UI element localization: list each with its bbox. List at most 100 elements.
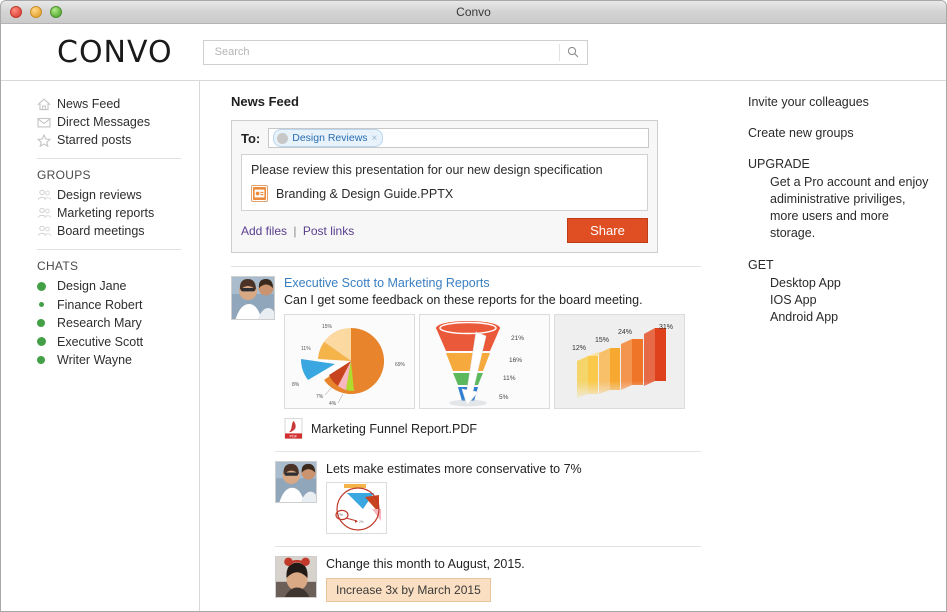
share-button[interactable]: Share <box>567 218 648 243</box>
sidebar-item-label: Board meetings <box>57 224 145 238</box>
sidebar-item-finance-robert[interactable]: Finance Robert <box>1 296 199 315</box>
recipient-chip[interactable]: Design Reviews × <box>273 129 384 147</box>
get-desktop-app-link[interactable]: Desktop App <box>770 275 946 292</box>
status-dot-icon <box>37 302 57 308</box>
sidebar-item-design-jane[interactable]: Design Jane <box>1 277 199 296</box>
sidebar-section-chats: CHATS <box>37 259 79 273</box>
search-input[interactable] <box>212 45 547 59</box>
post-links-link[interactable]: Post links <box>303 224 354 238</box>
svg-text:24%: 24% <box>618 329 632 336</box>
comment-text: Change this month to August, 2015. <box>326 557 525 571</box>
attachment-name: Marketing Funnel Report.PDF <box>311 421 478 436</box>
status-dot-icon <box>37 319 57 328</box>
svg-text:15%: 15% <box>322 324 333 330</box>
right-sidebar: Invite your colleagues Create new groups… <box>736 81 946 611</box>
app-header: CONVO <box>1 24 946 81</box>
message-box[interactable]: Please review this presentation for our … <box>241 154 648 211</box>
search-icon[interactable] <box>567 46 579 58</box>
status-dot-icon <box>37 281 57 291</box>
page-title: News Feed <box>231 94 299 109</box>
post: Executive Scott to Marketing Reports Can… <box>231 266 701 439</box>
sidebar-item-writer-wayne[interactable]: Writer Wayne <box>1 351 199 370</box>
svg-text:69%: 69% <box>395 362 406 368</box>
funnel-chart-thumbnail[interactable]: 21% 16% 11% 5% <box>419 314 550 409</box>
composer-footer: Add files | Post links Share <box>232 211 657 252</box>
svg-text:12%: 12% <box>572 345 586 352</box>
sidebar-item-label: Marketing reports <box>57 206 155 220</box>
svg-text:11%: 11% <box>301 346 311 352</box>
svg-text:2%: 2% <box>359 520 364 524</box>
status-dot-icon <box>37 337 57 347</box>
bar-chart-thumbnail[interactable]: 12% 15% 24% 31% <box>554 314 685 409</box>
svg-text:7%: 7% <box>338 513 343 517</box>
home-icon <box>37 97 57 111</box>
comment-body: Lets make estimates more conservative to… <box>326 461 701 534</box>
sidebar-item-label: Direct Messages <box>57 115 151 129</box>
sidebar-item-label: Starred posts <box>57 133 132 147</box>
post-text: Can I get some feedback on these reports… <box>284 293 643 307</box>
post-author-line[interactable]: Executive Scott to Marketing Reports <box>284 276 701 290</box>
recipient-field[interactable]: Design Reviews × <box>268 128 649 148</box>
sidebar-item-starred-posts[interactable]: Starred posts <box>1 131 199 149</box>
avatar[interactable] <box>275 556 317 598</box>
invite-colleagues-link[interactable]: Invite your colleagues <box>748 95 946 109</box>
composer-to-row: To: Design Reviews × <box>232 121 657 154</box>
sidebar-divider-groups <box>37 158 181 159</box>
sidebar-item-design-reviews[interactable]: Design reviews <box>1 186 199 204</box>
rightbar-spacer <box>748 242 946 258</box>
search-box[interactable] <box>202 39 588 65</box>
pie-chart-annotated-thumbnail[interactable]: 7% 2% <box>326 482 387 534</box>
avatar[interactable] <box>275 461 317 503</box>
message-text: Please review this presentation for our … <box>251 163 603 177</box>
window-title: Convo <box>456 5 491 19</box>
to-label: To: <box>241 130 261 146</box>
chat-label: Design Jane <box>57 279 127 294</box>
sidebar-divider-chats <box>37 249 181 250</box>
globe-icon <box>277 132 289 144</box>
search-divider <box>558 43 560 61</box>
sidebar-item-label: Design reviews <box>57 188 142 202</box>
main-feed: News Feed To: Design Reviews × Please re… <box>200 81 736 611</box>
comment: Change this month to August, 2015. Incre… <box>275 546 701 602</box>
chat-label: Executive Scott <box>57 334 144 349</box>
get-title: GET <box>748 258 774 272</box>
get-ios-app-link[interactable]: IOS App <box>770 292 946 309</box>
sidebar-item-marketing-reports[interactable]: Marketing reports <box>1 204 199 222</box>
group-icon <box>37 207 57 219</box>
tag-chip[interactable]: Increase 3x by March 2015 <box>326 578 491 602</box>
group-icon <box>37 189 57 201</box>
chat-label: Writer Wayne <box>57 353 133 368</box>
composer-attachment[interactable]: Branding & Design Guide.PPTX <box>251 185 638 202</box>
svg-text:7%: 7% <box>316 394 324 400</box>
sidebar-item-news-feed[interactable]: News Feed <box>1 95 199 113</box>
attachment-name: Branding & Design Guide.PPTX <box>276 186 454 201</box>
svg-text:4%: 4% <box>329 401 337 407</box>
star-icon <box>37 133 57 147</box>
sidebar-item-direct-messages[interactable]: Direct Messages <box>1 113 199 131</box>
post-chart-attachments: 15% 11% 69% 8% 7% 4% 21% 16% 11% 5% 12% … <box>284 314 701 409</box>
envelope-icon <box>37 117 57 128</box>
comment-body: Change this month to August, 2015. Incre… <box>326 556 701 602</box>
app-logo: CONVO <box>57 34 173 70</box>
get-android-app-link[interactable]: Android App <box>770 309 946 326</box>
svg-text:5%: 5% <box>499 394 509 401</box>
post-body: Executive Scott to Marketing Reports Can… <box>284 276 701 439</box>
svg-text:31%: 31% <box>659 324 673 331</box>
upgrade-description: Get a Pro account and enjoy adiministrat… <box>770 175 929 240</box>
composer: To: Design Reviews × Please review this … <box>231 120 658 253</box>
chat-label: Research Mary <box>57 316 142 331</box>
sidebar-item-research-mary[interactable]: Research Mary <box>1 314 199 333</box>
post-attachment[interactable]: PDF Marketing Funnel Report.PDF <box>284 418 701 439</box>
sidebar-item-executive-scott[interactable]: Executive Scott <box>1 333 199 352</box>
sidebar-item-label: News Feed <box>57 97 121 111</box>
sidebar-section-groups: GROUPS <box>37 168 91 182</box>
svg-text:21%: 21% <box>511 335 524 342</box>
sidebar-item-board-meetings[interactable]: Board meetings <box>1 222 199 240</box>
svg-text:11%: 11% <box>503 375 516 382</box>
action-separator: | <box>293 223 297 238</box>
create-groups-link[interactable]: Create new groups <box>748 126 946 140</box>
avatar[interactable] <box>231 276 275 320</box>
pie-chart-thumbnail[interactable]: 15% 11% 69% 8% 7% 4% <box>284 314 415 409</box>
add-files-link[interactable]: Add files <box>241 224 287 238</box>
chip-remove-icon[interactable]: × <box>372 133 378 144</box>
